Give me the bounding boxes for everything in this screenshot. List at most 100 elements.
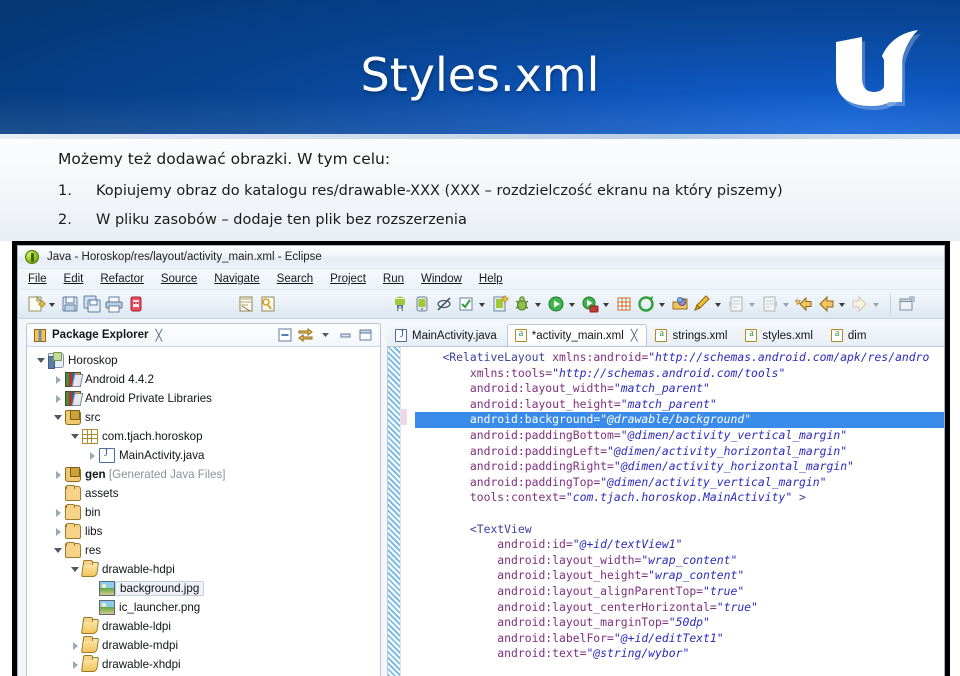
tree-item-label: Android Private Libraries xyxy=(85,392,212,405)
tree-item[interactable]: ic_launcher.png xyxy=(27,598,380,617)
new-package-icon[interactable] xyxy=(614,294,634,314)
chevron-down-icon[interactable] xyxy=(52,411,65,424)
menu-edit[interactable]: Edit xyxy=(64,273,84,285)
tree-item[interactable]: gen [Generated Java Files] xyxy=(27,465,380,484)
collapse-all-icon[interactable] xyxy=(277,327,294,343)
tree-item[interactable]: drawable-mdpi xyxy=(27,636,380,655)
run-coverage-dropdown-icon[interactable] xyxy=(602,295,611,313)
search-icon[interactable] xyxy=(670,294,690,314)
tree-item[interactable]: libs xyxy=(27,522,380,541)
tree-item[interactable]: background.jpg xyxy=(27,579,380,598)
menu-navigate[interactable]: Navigate xyxy=(214,273,259,285)
back-icon[interactable] xyxy=(816,294,836,314)
android-sdk-manager-icon[interactable] xyxy=(390,294,410,314)
debug-icon[interactable] xyxy=(512,294,532,314)
new-wizard-dropdown-icon[interactable] xyxy=(48,295,57,313)
build-icon[interactable] xyxy=(236,294,256,314)
maximize-icon[interactable] xyxy=(357,327,374,343)
print-icon[interactable] xyxy=(104,294,124,314)
project-tree[interactable]: Horoskop Android 4.4.2 Android Private Lib… xyxy=(27,347,380,676)
menu-project[interactable]: Project xyxy=(330,273,366,285)
close-icon[interactable]: ╳ xyxy=(631,329,638,342)
open-type-dropdown-icon[interactable] xyxy=(658,295,667,313)
main-toolbar xyxy=(18,290,944,319)
tree-item-label-wrap: gen [Generated Java Files] xyxy=(85,468,226,481)
back-history-icon[interactable] xyxy=(794,294,814,314)
checkmark-dropdown-icon[interactable] xyxy=(478,295,487,313)
tree-item[interactable]: drawable-xhdpi xyxy=(27,655,380,674)
chevron-right-icon[interactable] xyxy=(52,392,65,405)
tree-item[interactable]: assets xyxy=(27,484,380,503)
menu-source[interactable]: Source xyxy=(161,273,197,285)
chevron-right-icon[interactable] xyxy=(52,525,65,538)
chevron-right-icon[interactable] xyxy=(69,658,82,671)
chevron-right-icon[interactable] xyxy=(52,468,65,481)
chevron-down-icon[interactable] xyxy=(52,544,65,557)
menu-search[interactable]: Search xyxy=(277,273,313,285)
view-menu-icon[interactable] xyxy=(317,327,334,343)
tree-item[interactable]: drawable-ldpi xyxy=(27,617,380,636)
tree-item-label: Android 4.4.2 xyxy=(85,373,154,386)
menu-file[interactable]: File xyxy=(28,273,47,285)
editor-tab[interactable]: dim xyxy=(823,324,877,346)
code-line: android:id="@+id/textView1" xyxy=(415,537,944,553)
menu-source-label: Source xyxy=(160,273,198,285)
chevron-down-icon[interactable] xyxy=(35,354,48,367)
no-entry-icon[interactable] xyxy=(434,294,454,314)
editor-tab[interactable]: styles.xml xyxy=(737,324,822,346)
link-with-editor-icon[interactable] xyxy=(297,327,314,343)
checkmark-icon[interactable] xyxy=(456,294,476,314)
android-debug-icon[interactable] xyxy=(126,294,146,314)
editor-tab[interactable]: *activity_main.xml ╳ xyxy=(506,324,648,346)
menu-run[interactable]: Run xyxy=(383,273,404,285)
last-edit-dropdown-icon[interactable] xyxy=(714,295,723,313)
new-wizard-icon[interactable] xyxy=(26,294,46,314)
open-type-icon[interactable] xyxy=(636,294,656,314)
chevron-down-icon[interactable] xyxy=(69,563,82,576)
editor-tab[interactable]: strings.xml xyxy=(647,324,737,346)
minimize-icon[interactable] xyxy=(337,327,354,343)
menu-window[interactable]: Window xyxy=(421,273,462,285)
tree-item[interactable]: Horoskop xyxy=(27,351,380,370)
run-dropdown-icon[interactable] xyxy=(568,295,577,313)
tree-item[interactable]: Android 4.4.2 xyxy=(27,370,380,389)
chevron-right-icon[interactable] xyxy=(52,373,65,386)
tree-item[interactable]: drawable-hdpi xyxy=(27,560,380,579)
tree-item[interactable]: com.tjach.horoskop xyxy=(27,427,380,446)
debug-dropdown-icon[interactable] xyxy=(534,295,543,313)
android-avd-manager-icon[interactable] xyxy=(412,294,432,314)
editor-overview-ruler[interactable] xyxy=(388,347,401,676)
restore-perspective-icon[interactable] xyxy=(897,294,917,314)
save-icon[interactable] xyxy=(60,294,80,314)
tree-item[interactable]: res xyxy=(27,541,380,560)
close-icon[interactable]: ╳ xyxy=(156,329,163,342)
menu-refactor-label: Refactor xyxy=(100,273,144,285)
new-android-project-icon[interactable] xyxy=(490,294,510,314)
save-all-icon[interactable] xyxy=(82,294,102,314)
menu-help[interactable]: Help xyxy=(479,273,503,285)
run-coverage-icon[interactable] xyxy=(580,294,600,314)
chevron-right-icon[interactable] xyxy=(86,449,99,462)
back-dropdown-icon[interactable] xyxy=(838,295,847,313)
tab-package-explorer[interactable]: Package Explorer ╳ xyxy=(27,328,163,342)
tree-item[interactable]: bin xyxy=(27,503,380,522)
code-line: android:text="@string/wybor" xyxy=(415,646,944,662)
tree-item[interactable]: src xyxy=(27,408,380,427)
menu-refactor[interactable]: Refactor xyxy=(100,273,143,285)
run-icon[interactable] xyxy=(546,294,566,314)
menu-run-label: Run xyxy=(382,273,404,285)
editor-tab[interactable]: MainActivity.java xyxy=(387,324,507,346)
ur-logo-icon xyxy=(836,30,921,110)
chevron-right-icon[interactable] xyxy=(52,506,65,519)
tree-item[interactable]: Android Private Libraries xyxy=(27,389,380,408)
chevron-right-icon[interactable] xyxy=(69,639,82,652)
editor-source-code[interactable]: <RelativeLayout xmlns:android="http://sc… xyxy=(407,347,944,676)
key-icon[interactable] xyxy=(258,294,278,314)
chevron-down-icon[interactable] xyxy=(69,430,82,443)
code-token: "http://schemas.android.com/tools" xyxy=(552,365,786,380)
tree-item[interactable]: MainActivity.java xyxy=(27,446,380,465)
last-edit-location-icon[interactable] xyxy=(692,294,712,314)
